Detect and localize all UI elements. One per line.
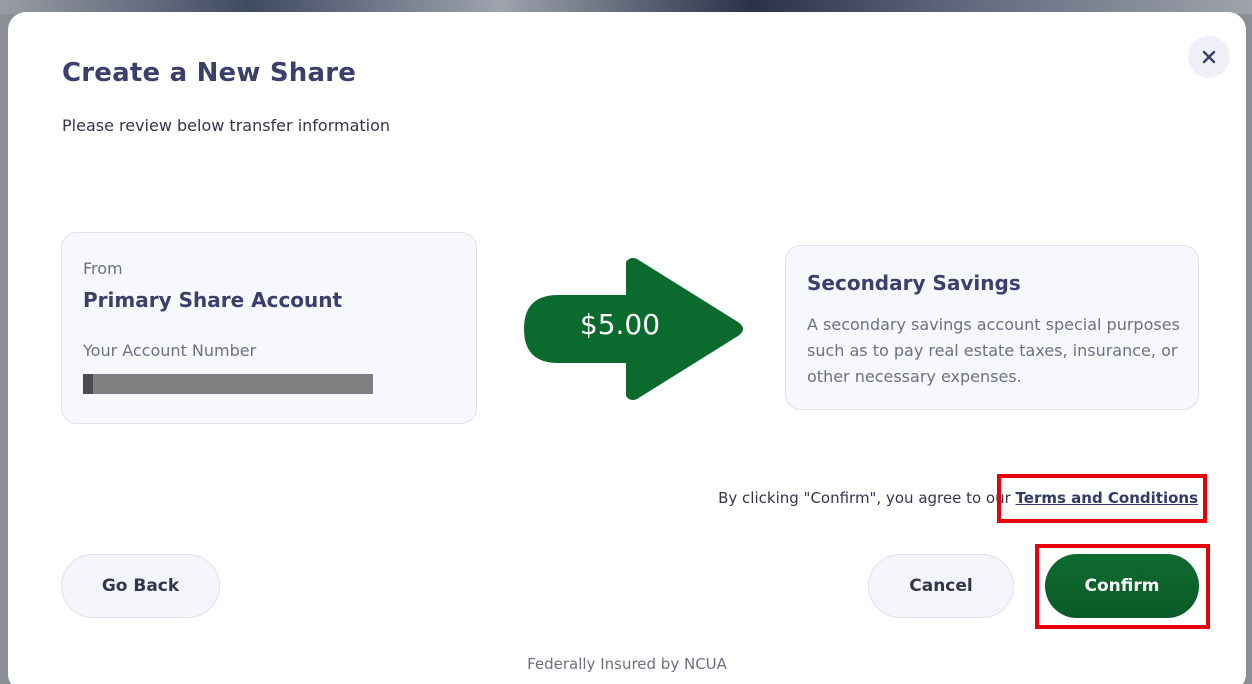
account-number-visible-char (83, 374, 93, 394)
to-account-description: A secondary savings account special purp… (807, 315, 1180, 386)
cancel-button[interactable]: Cancel (868, 554, 1014, 618)
modal-subtitle: Please review below transfer information (62, 116, 391, 135)
to-account-card: Secondary Savings A secondary savings ac… (785, 245, 1199, 410)
create-share-modal: Create a New Share Please review below t… (8, 12, 1246, 684)
to-account-name: Secondary Savings (807, 271, 1021, 295)
terms-prefix: By clicking "Confirm", you agree to our (718, 489, 1016, 507)
ncua-footer: Federally Insured by NCUA (527, 655, 727, 673)
close-icon (1202, 50, 1216, 64)
from-account-name: Primary Share Account (83, 288, 343, 312)
from-account-card: From Primary Share Account Your Account … (61, 232, 477, 424)
transfer-amount: $5.00 (579, 308, 661, 341)
account-number-label: Your Account Number (83, 341, 257, 360)
close-button[interactable] (1188, 36, 1230, 78)
go-back-button[interactable]: Go Back (61, 554, 220, 618)
confirm-highlight-box (1035, 544, 1210, 629)
account-number-redacted (83, 374, 373, 394)
modal-title: Create a New Share (62, 58, 357, 88)
terms-highlight-box (997, 474, 1207, 523)
from-label: From (83, 259, 123, 278)
